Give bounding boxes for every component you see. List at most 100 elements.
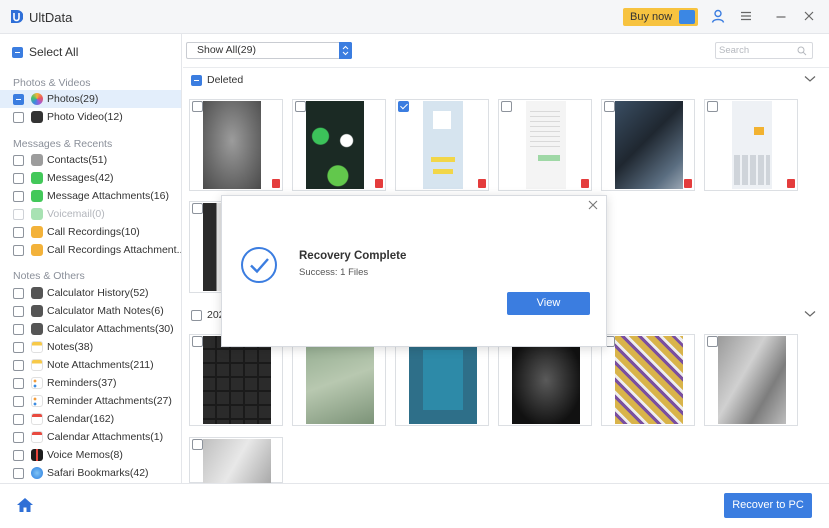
- sidebar-item-photos[interactable]: Photos(29): [0, 90, 181, 108]
- sidebar-item-call-recordings-attachments[interactable]: Call Recordings Attachment...: [0, 241, 181, 259]
- checkbox[interactable]: [192, 203, 203, 214]
- checkbox[interactable]: [192, 336, 203, 347]
- title-bar: UltData Buy now: [0, 0, 829, 34]
- message-attachment-icon: [31, 190, 43, 202]
- sidebar-item-calculator-math-notes[interactable]: Calculator Math Notes(6): [0, 302, 181, 320]
- sidebar-item-calculator-history[interactable]: Calculator History(52): [0, 284, 181, 302]
- trash-icon[interactable]: [787, 179, 795, 188]
- checkbox[interactable]: [13, 341, 24, 353]
- recover-to-pc-button[interactable]: Recover to PC: [724, 493, 812, 518]
- photo-thumbnail[interactable]: [395, 99, 489, 191]
- notes-icon: [31, 359, 43, 371]
- checkbox[interactable]: [13, 323, 24, 335]
- minimize-icon[interactable]: [774, 9, 788, 23]
- trash-icon[interactable]: [478, 179, 486, 188]
- sidebar-item-calendar[interactable]: Calendar(162): [0, 410, 181, 428]
- sidebar-item-label: Photo Video(12): [47, 111, 123, 123]
- dialog-subtitle: Success: 1 Files: [299, 267, 369, 278]
- checkbox[interactable]: [13, 359, 24, 371]
- checkbox[interactable]: [13, 413, 24, 425]
- photo-thumbnail[interactable]: [498, 334, 592, 426]
- section-checkbox[interactable]: [191, 74, 202, 86]
- section-label: Deleted: [207, 74, 244, 86]
- trash-icon[interactable]: [375, 179, 383, 188]
- checkbox[interactable]: [13, 287, 24, 299]
- checkbox[interactable]: [13, 467, 24, 479]
- photo-thumbnail[interactable]: [189, 437, 283, 483]
- checkbox[interactable]: [501, 101, 512, 112]
- checkbox[interactable]: [13, 431, 24, 443]
- trash-icon[interactable]: [581, 179, 589, 188]
- user-account-icon[interactable]: [711, 9, 725, 23]
- checkbox[interactable]: [13, 226, 24, 238]
- checkbox[interactable]: [13, 93, 24, 105]
- photos-icon: [31, 93, 43, 105]
- checkbox[interactable]: [604, 101, 615, 112]
- checkbox[interactable]: [192, 439, 203, 450]
- chevron-down-icon[interactable]: [804, 75, 816, 83]
- home-icon[interactable]: [16, 497, 34, 513]
- sidebar-item-reminders[interactable]: Reminders(37): [0, 374, 181, 392]
- sidebar-item-note-attachments[interactable]: Note Attachments(211): [0, 356, 181, 374]
- trash-icon[interactable]: [272, 179, 280, 188]
- checkbox[interactable]: [13, 111, 24, 123]
- photo-thumbnail[interactable]: [704, 99, 798, 191]
- photo-thumbnail[interactable]: [292, 99, 386, 191]
- sidebar-item-calculator-attachments[interactable]: Calculator Attachments(30): [0, 320, 181, 338]
- section-deleted-header[interactable]: Deleted: [191, 73, 243, 87]
- call-recording-icon: [31, 226, 43, 238]
- sidebar-item-message-attachments[interactable]: Message Attachments(16): [0, 187, 181, 205]
- sidebar-item-call-recordings[interactable]: Call Recordings(10): [0, 223, 181, 241]
- sidebar-item-label: Reminder Attachments(27): [47, 395, 172, 407]
- photo-thumbnail[interactable]: [189, 334, 283, 426]
- diamond-icon: [679, 10, 695, 24]
- photo-thumbnail[interactable]: [601, 334, 695, 426]
- close-icon[interactable]: [588, 200, 598, 210]
- photo-image: [306, 336, 374, 424]
- checkbox[interactable]: [192, 101, 203, 112]
- photo-thumbnail[interactable]: [498, 99, 592, 191]
- checkbox[interactable]: [13, 190, 24, 202]
- select-all-box[interactable]: [12, 46, 23, 58]
- sidebar-item-messages[interactable]: Messages(42): [0, 169, 181, 187]
- select-all-checkbox[interactable]: Select All: [12, 45, 78, 59]
- sidebar-item-voice-memos[interactable]: Voice Memos(8): [0, 446, 181, 464]
- checkbox[interactable]: [13, 172, 24, 184]
- sidebar-item-calendar-attachments[interactable]: Calendar Attachments(1): [0, 428, 181, 446]
- sidebar-item-safari-bookmarks[interactable]: Safari Bookmarks(42): [0, 464, 181, 482]
- photo-thumbnail[interactable]: [704, 334, 798, 426]
- section-date-header[interactable]: 202: [191, 308, 225, 322]
- photo-image: [423, 101, 463, 189]
- photo-thumbnail[interactable]: [189, 99, 283, 191]
- checkbox[interactable]: [398, 101, 409, 112]
- checkbox[interactable]: [13, 449, 24, 461]
- checkbox[interactable]: [295, 101, 306, 112]
- reminders-icon: [31, 377, 43, 389]
- photo-thumbnail[interactable]: [395, 334, 489, 426]
- section-checkbox[interactable]: [191, 309, 202, 321]
- checkbox[interactable]: [13, 377, 24, 389]
- buy-now-button[interactable]: Buy now: [623, 8, 698, 26]
- photo-image: [409, 336, 477, 424]
- photo-thumbnail[interactable]: [292, 334, 386, 426]
- chevron-down-icon[interactable]: [804, 310, 816, 318]
- sidebar-item-reminder-attachments[interactable]: Reminder Attachments(27): [0, 392, 181, 410]
- close-icon[interactable]: [802, 9, 816, 23]
- sidebar-item-notes[interactable]: Notes(38): [0, 338, 181, 356]
- checkbox[interactable]: [13, 305, 24, 317]
- checkbox[interactable]: [13, 154, 24, 166]
- checkbox[interactable]: [707, 336, 718, 347]
- menu-icon[interactable]: [739, 9, 753, 23]
- success-check-icon: [241, 247, 277, 283]
- show-filter-select[interactable]: Show All(29): [186, 42, 352, 59]
- call-recording-attachment-icon: [31, 244, 43, 256]
- checkbox[interactable]: [13, 244, 24, 256]
- sidebar-item-contacts[interactable]: Contacts(51): [0, 151, 181, 169]
- trash-icon[interactable]: [684, 179, 692, 188]
- checkbox[interactable]: [13, 395, 24, 407]
- search-input[interactable]: Search: [715, 42, 813, 59]
- view-button[interactable]: View: [507, 292, 590, 315]
- checkbox[interactable]: [707, 101, 718, 112]
- photo-thumbnail[interactable]: [601, 99, 695, 191]
- sidebar-item-photo-video[interactable]: Photo Video(12): [0, 108, 181, 126]
